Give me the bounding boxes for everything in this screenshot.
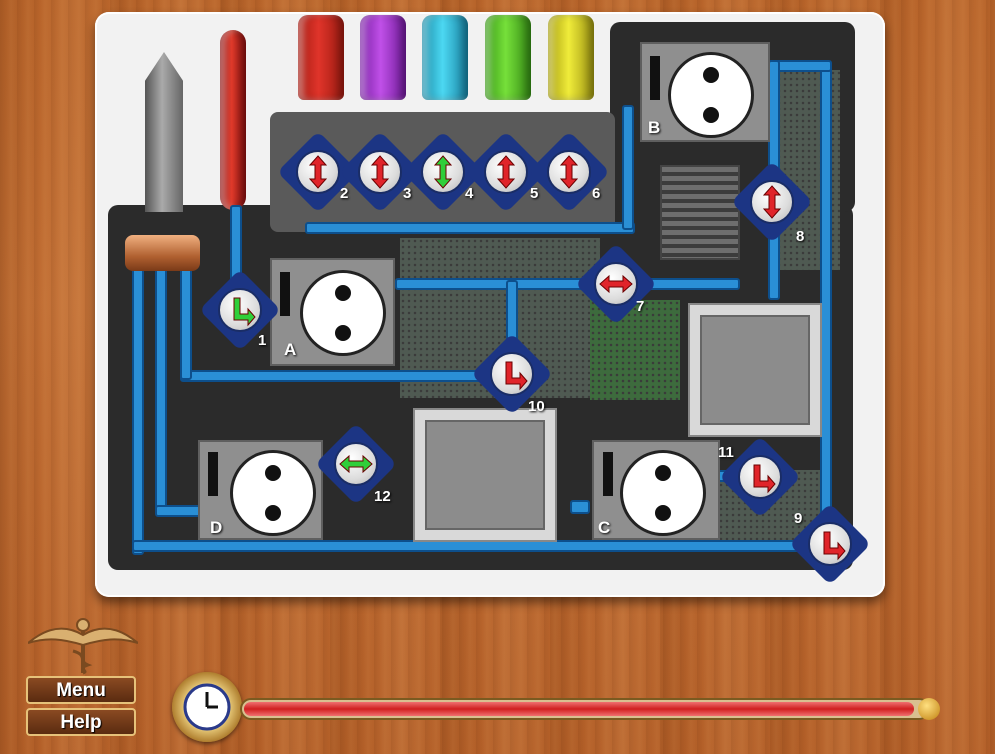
valve-arrow-icon: [752, 182, 792, 227]
vent-grate: [660, 165, 740, 260]
valve-arrow-icon: [423, 152, 463, 197]
pipe: [820, 65, 832, 555]
pump-a-label: A: [284, 340, 297, 359]
copper-manifold: [125, 235, 200, 271]
red-thermometer: [220, 30, 246, 210]
valve-6[interactable]: [547, 150, 591, 194]
valve-number: 6: [592, 185, 601, 202]
pipe: [132, 540, 832, 552]
pipe: [132, 265, 144, 555]
valve-4[interactable]: [421, 150, 465, 194]
observation-tank: [690, 305, 820, 435]
circuit-board: [590, 300, 680, 400]
pipe: [180, 370, 500, 382]
valve-arrow-icon: [596, 264, 636, 309]
menu-button[interactable]: Menu: [26, 676, 136, 704]
pump-slot: [603, 452, 613, 496]
valve-arrow-icon: [220, 290, 260, 335]
valve-number: 4: [465, 185, 474, 202]
valve-number: 1: [258, 332, 267, 349]
red-fluid-tube: [298, 15, 344, 100]
pump-d-label: D: [210, 518, 223, 537]
valve-arrow-icon: [492, 354, 532, 399]
pump-slot: [280, 272, 290, 316]
green-fluid-tube: [485, 15, 531, 100]
pipe: [180, 265, 192, 380]
valve-number: 2: [340, 185, 349, 202]
pump-a[interactable]: [300, 270, 386, 356]
valve-number: 12: [374, 488, 391, 505]
valve-arrow-icon: [810, 524, 850, 569]
observation-tank: [415, 410, 555, 540]
timer-end-cap: [918, 698, 940, 720]
pump-d[interactable]: [230, 450, 316, 536]
valve-arrow-icon: [298, 152, 338, 197]
valve-number: 8: [796, 228, 805, 245]
pump-c-label: C: [598, 518, 611, 537]
pump-slot: [208, 452, 218, 496]
yellow-fluid-tube: [548, 15, 594, 100]
pipe: [622, 105, 634, 230]
valve-2[interactable]: [296, 150, 340, 194]
valve-number: 7: [636, 298, 645, 315]
pump-b[interactable]: [668, 52, 754, 138]
valve-11[interactable]: [738, 455, 782, 499]
thermometer-gauge: [145, 52, 183, 212]
clock-icon: [172, 672, 242, 742]
valve-10[interactable]: [490, 352, 534, 396]
valve-arrow-icon: [549, 152, 589, 197]
pipe: [395, 278, 740, 290]
help-button[interactable]: Help: [26, 708, 136, 736]
valve-number: 9: [794, 510, 803, 527]
pump-slot: [650, 56, 660, 100]
valve-arrow-icon: [740, 457, 780, 502]
valve-number: 3: [403, 185, 412, 202]
valve-arrow-icon: [486, 152, 526, 197]
pipe: [155, 265, 167, 515]
valve-number: 10: [528, 398, 545, 415]
pipe: [305, 222, 635, 234]
cyan-fluid-tube: [422, 15, 468, 100]
valve-number: 11: [718, 444, 734, 461]
caduceus-emblem-icon: [27, 615, 139, 675]
valve-5[interactable]: [484, 150, 528, 194]
valve-7[interactable]: [594, 262, 638, 306]
pump-b-label: B: [648, 118, 661, 137]
pump-c[interactable]: [620, 450, 706, 536]
valve-9[interactable]: [808, 522, 852, 566]
valve-3[interactable]: [358, 150, 402, 194]
valve-8[interactable]: [750, 180, 794, 224]
valve-arrow-icon: [336, 444, 376, 489]
valve-1[interactable]: [218, 288, 262, 332]
valve-12[interactable]: [334, 442, 378, 486]
pipe: [570, 500, 590, 514]
valve-arrow-icon: [360, 152, 400, 197]
timer-bar: [244, 702, 914, 716]
valve-number: 5: [530, 185, 539, 202]
purple-fluid-tube: [360, 15, 406, 100]
